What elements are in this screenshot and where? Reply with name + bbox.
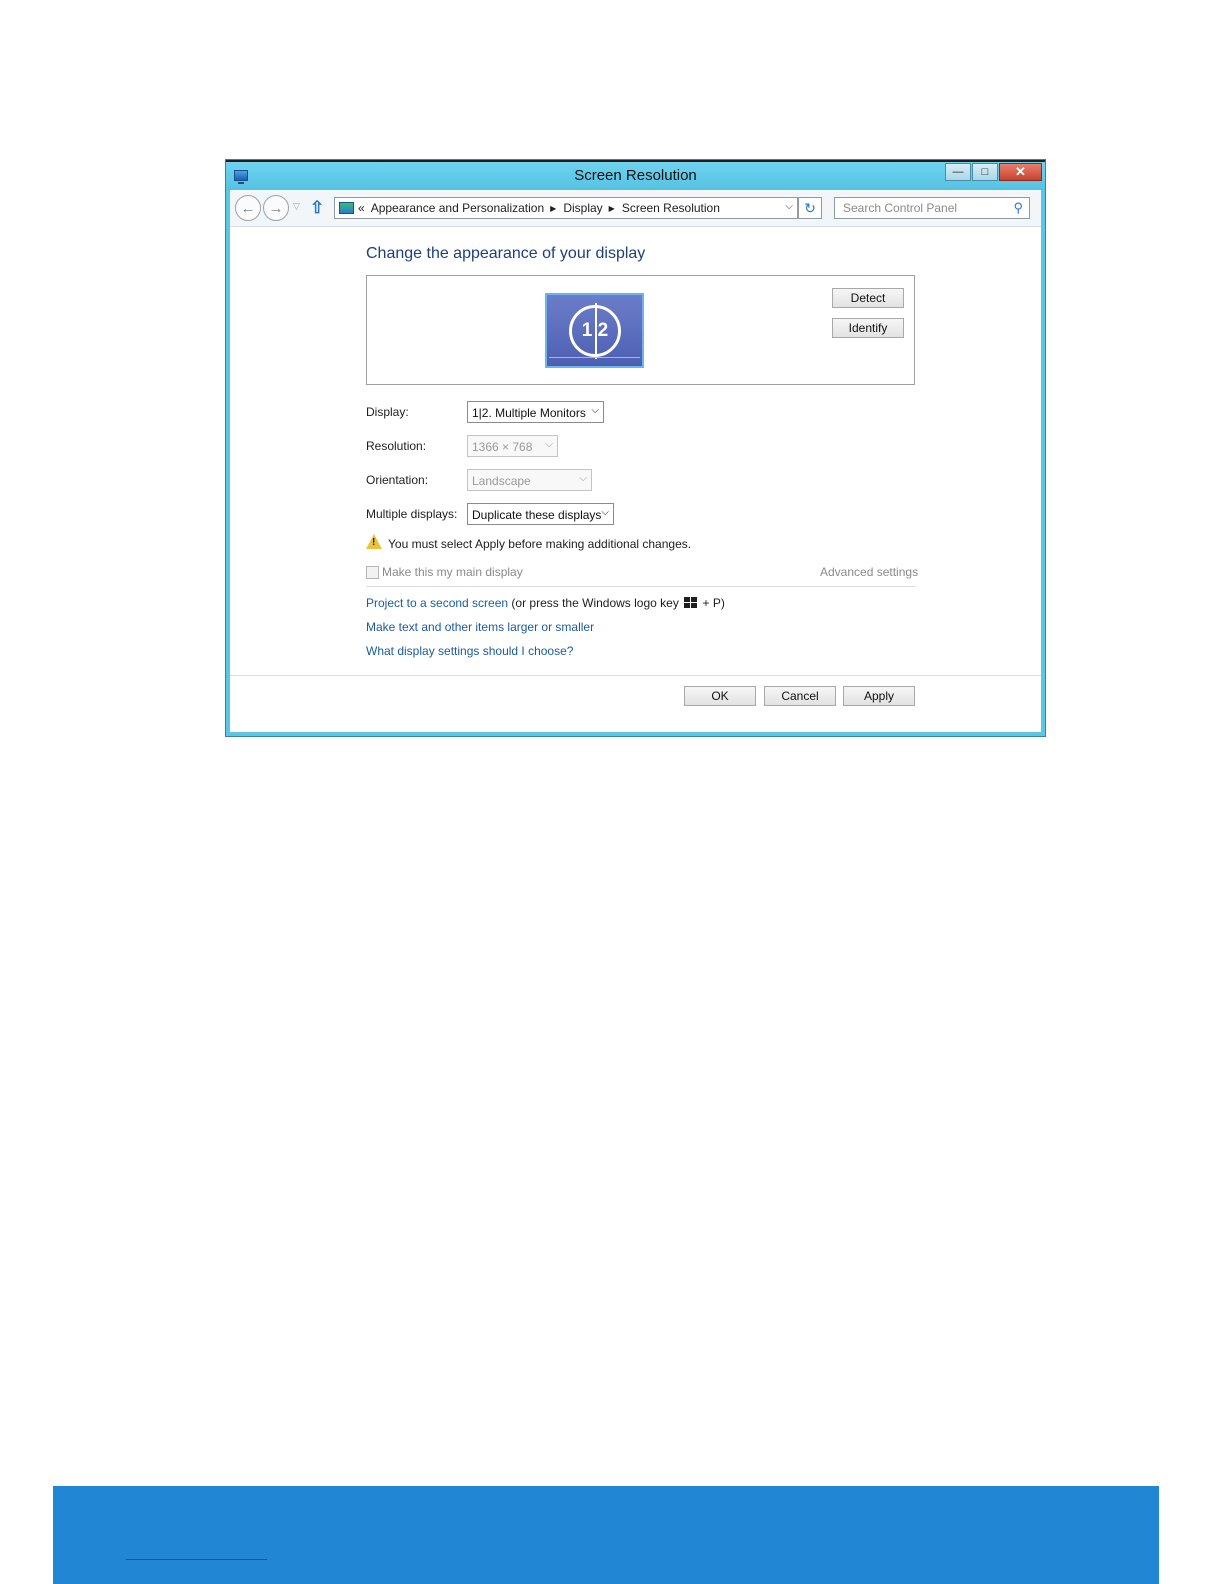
search-icon[interactable]: ⚲ [1013, 200, 1023, 216]
multiple-displays-label: Multiple displays: [366, 507, 458, 521]
warning-exclamation: ! [372, 537, 376, 548]
breadcrumb-display[interactable]: Display [563, 201, 602, 215]
dialog-footer-divider [230, 675, 1041, 676]
advanced-settings-link: Advanced settings [820, 565, 919, 579]
window-controls: — □ ✕ [944, 163, 1042, 181]
monitor-divider [595, 303, 597, 359]
up-arrow-icon[interactable]: ⇧ [310, 198, 324, 218]
recent-pages-icon[interactable]: ▽ [293, 201, 300, 212]
close-button[interactable]: ✕ [999, 163, 1042, 181]
screen-resolution-window: Screen Resolution — □ ✕ ← → ▽ ⇧ « Appear… [225, 159, 1046, 737]
main-display-checkbox [366, 566, 379, 579]
project-hint: (or press the Windows logo key [511, 596, 679, 610]
search-placeholder: Search Control Panel [843, 201, 958, 215]
display-settings-help-link[interactable]: What display settings should I choose? [366, 644, 573, 658]
monitor-taskbar [549, 357, 640, 358]
divider [366, 586, 915, 587]
resolution-select: 1366 × 768 ⌵ [467, 435, 558, 457]
main-display-label: Make this my main display [382, 565, 523, 579]
display-value: 1|2. Multiple Monitors [472, 406, 586, 420]
orientation-label: Orientation: [366, 473, 429, 487]
orientation-value: Landscape [472, 474, 531, 488]
resolution-label: Resolution: [366, 439, 427, 453]
breadcrumb-separator-icon[interactable]: ▶ [550, 204, 556, 213]
address-bar[interactable]: « Appearance and Personalization ▶ Displ… [334, 197, 798, 219]
monitor-icon[interactable]: 1 2 [545, 293, 644, 368]
back-button[interactable]: ← [235, 195, 261, 221]
breadcrumb-separator-icon[interactable]: ▶ [609, 204, 615, 213]
page-title: Change the appearance of your display [366, 245, 646, 262]
title-bar[interactable]: Screen Resolution — □ ✕ [226, 160, 1045, 190]
navigation-bar: ← → ▽ ⇧ « Appearance and Personalization… [230, 190, 1041, 227]
minimize-button[interactable]: — [945, 163, 971, 181]
project-line: Project to a second screen (or press the… [366, 596, 725, 610]
resolution-value: 1366 × 768 [472, 440, 533, 454]
breadcrumb-screen-resolution[interactable]: Screen Resolution [622, 201, 720, 215]
warning-message: You must select Apply before making addi… [388, 537, 692, 551]
text-size-link[interactable]: Make text and other items larger or smal… [366, 620, 594, 634]
apply-button[interactable]: Apply [843, 686, 915, 706]
cancel-button[interactable]: Cancel [764, 686, 836, 706]
control-panel-icon [339, 202, 354, 214]
detect-button[interactable]: Detect [832, 288, 904, 308]
footer-link-underline [126, 1559, 267, 1560]
maximize-button[interactable]: □ [972, 163, 998, 181]
refresh-button[interactable]: ↻ [798, 197, 822, 219]
ok-button[interactable]: OK [684, 686, 756, 706]
project-hint-key: + P) [702, 596, 725, 610]
multiple-displays-value: Duplicate these displays [472, 508, 602, 522]
display-select[interactable]: 1|2. Multiple Monitors ⌵ [467, 401, 604, 423]
chevron-down-icon: ⌵ [545, 439, 553, 450]
search-input[interactable]: Search Control Panel ⚲ [834, 197, 1030, 219]
content-pane: Change the appearance of your display 1 … [230, 227, 1041, 732]
chevron-down-icon: ⌵ [591, 405, 599, 416]
page-footer-band [53, 1486, 1159, 1584]
chevron-down-icon: ⌵ [579, 473, 587, 484]
chevron-down-icon: ⌵ [601, 507, 609, 518]
monitor-preview: 1 2 Detect Identify [366, 275, 915, 385]
identify-button[interactable]: Identify [832, 318, 904, 338]
breadcrumb-overflow[interactable]: « [358, 201, 365, 215]
forward-button[interactable]: → [263, 195, 289, 221]
chevron-down-icon[interactable]: ⌵ [785, 201, 793, 212]
project-link[interactable]: Project to a second screen [366, 596, 508, 610]
display-label: Display: [366, 405, 409, 419]
orientation-select: Landscape ⌵ [467, 469, 592, 491]
windows-logo-icon [684, 597, 698, 608]
breadcrumb-appearance[interactable]: Appearance and Personalization [371, 201, 544, 215]
window-title: Screen Resolution [574, 167, 697, 184]
multiple-displays-select[interactable]: Duplicate these displays ⌵ [467, 503, 614, 525]
